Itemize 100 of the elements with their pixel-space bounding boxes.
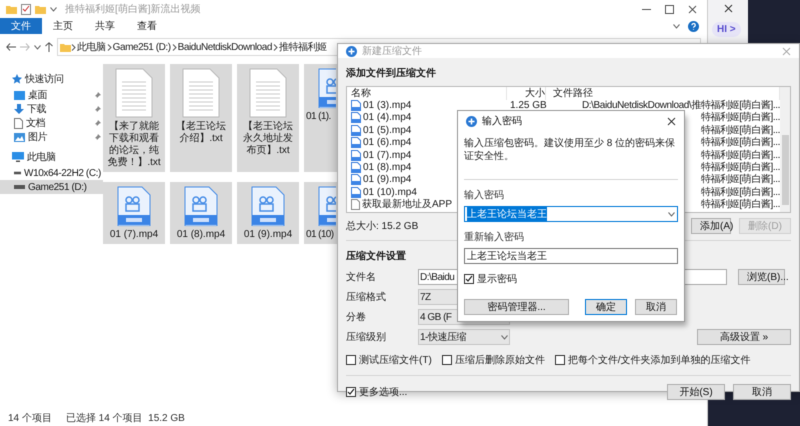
video-file-icon: [351, 137, 361, 148]
ribbon-tab[interactable]: 文件: [0, 18, 42, 34]
checkbox[interactable]: 显示密码: [464, 272, 678, 286]
sidebar-item[interactable]: 图片: [0, 130, 103, 144]
picture-icon: [14, 132, 25, 142]
checkbox[interactable]: 更多选项...: [346, 385, 408, 399]
file-tile[interactable]: 01 (9).mp4: [237, 182, 299, 244]
up-icon: [45, 42, 53, 52]
ribbon-tab[interactable]: 查看: [126, 18, 168, 34]
file-tile[interactable]: 【老王论坛介绍】.txt: [170, 64, 232, 172]
check-icon: [347, 388, 355, 396]
file-name: 01 (6).mp4: [363, 137, 412, 148]
file-tile[interactable]: 【来了就能下载和观看的论坛，纯免费！】.txt: [103, 64, 165, 172]
checkbox[interactable]: 压缩后删除原始文件: [442, 353, 545, 367]
dialog-button[interactable]: 取消: [733, 384, 791, 400]
drive-icon: [14, 170, 22, 176]
assistant-chip[interactable]: HI >: [712, 22, 741, 37]
file-name: 01 (9).mp4: [363, 174, 412, 186]
file-tile[interactable]: 01 (7).mp4: [103, 182, 165, 244]
file-name: 01 (4).mp4: [363, 112, 412, 124]
recent-icon: [34, 44, 41, 50]
video-file-icon: [251, 186, 285, 226]
scrollbar[interactable]: [780, 87, 790, 212]
field-label: 重新输入密码: [464, 230, 525, 244]
field-label: 压缩级别: [346, 330, 387, 344]
video-file-icon: [351, 100, 361, 111]
sidebar-item[interactable]: 此电脑: [0, 150, 103, 164]
file-path: D:\BaiduNetdiskDownload\推特福利姬[萌白酱]...: [582, 100, 780, 111]
dialog-button[interactable]: 密码管理器...: [464, 299, 569, 315]
dialog-button[interactable]: 取消: [635, 299, 677, 315]
forward-icon: [20, 43, 30, 51]
field-label: 文件名: [346, 270, 377, 284]
pin-icon: [94, 134, 101, 140]
sidebar-item[interactable]: 快速访问: [0, 72, 103, 86]
check-icon: [465, 275, 473, 283]
file-tile[interactable]: 01 (8).mp4: [170, 182, 232, 244]
chevron-icon: [71, 44, 76, 50]
file-name: 01 (3).mp4: [363, 100, 412, 111]
list-button[interactable]: 添加(A): [691, 218, 731, 234]
sidebar-item[interactable]: 下载: [0, 102, 103, 116]
file-name: 01 (7).mp4: [363, 150, 412, 161]
column-header[interactable]: 大小: [510, 87, 546, 100]
file-path: 特福利姬[萌白酱]...: [700, 162, 780, 173]
video-file-icon: [351, 162, 361, 173]
sidebar-item[interactable]: 桌面: [0, 88, 103, 102]
caret-icon: [668, 212, 675, 216]
chevron-icon: [273, 44, 278, 50]
breadcrumb[interactable]: BaiduNetdiskDownload: [178, 42, 272, 52]
file-tile[interactable]: 【老王论坛永久地址发布页】.txt: [237, 64, 299, 172]
plus-icon: [466, 116, 477, 126]
star-icon: [12, 74, 22, 84]
dialog-title: 输入密码: [482, 114, 523, 128]
password-field[interactable]: 上老王论坛当老王: [464, 248, 678, 264]
text-file-icon: [351, 199, 360, 210]
file-path: 特福利姬[萌白酱]...: [700, 199, 780, 210]
advanced-button[interactable]: 高级设置 »: [697, 329, 791, 345]
dialog-button[interactable]: 开始(S): [667, 384, 725, 400]
file-path: 特福利姬[萌白酱]...: [700, 124, 780, 136]
help-icon: [688, 20, 699, 32]
video-file-icon: [318, 68, 336, 108]
sidebar-item[interactable]: 文档: [0, 116, 103, 130]
select-field[interactable]: 1-快速压缩: [418, 329, 510, 345]
monitor-icon: [12, 152, 24, 162]
sidebar-item[interactable]: Game251 (D:): [0, 180, 103, 194]
drive-icon: [14, 184, 25, 190]
caret-icon: [50, 6, 57, 12]
desktop-icon: [14, 90, 25, 100]
video-file-icon: [351, 124, 361, 136]
close-icon: [782, 46, 791, 56]
description-text: 输入压缩包密码。建议使用至少 8 位的密码来保证安全性。: [464, 137, 676, 164]
field-label: 压缩格式: [346, 290, 387, 304]
checkbox[interactable]: 把每个文件/文件夹添加到单独的压缩文件: [554, 353, 751, 367]
password-field[interactable]: 上老王论坛当老王: [464, 206, 678, 222]
ribbon-tab[interactable]: 共享: [84, 18, 126, 34]
folder-icon: [60, 42, 71, 52]
chevron-icon: [172, 44, 177, 50]
dialog-title: 新建压缩文件: [362, 44, 423, 58]
download-icon: [14, 104, 24, 114]
checkbox[interactable]: 测试压缩文件(T): [346, 353, 432, 367]
breadcrumb[interactable]: Game251 (D:): [112, 42, 171, 52]
sidebar-item[interactable]: W10x64-22H2 (C:): [0, 166, 103, 180]
back-icon: [6, 43, 16, 51]
video-file-icon: [318, 186, 336, 226]
ribbon-tab[interactable]: 主页: [42, 18, 84, 34]
folder-icon: [6, 4, 17, 14]
pin-icon: [94, 120, 101, 126]
breadcrumb[interactable]: 推特福利姬: [279, 40, 327, 54]
file-size: 1.25 GB: [510, 100, 546, 111]
video-file-icon: [351, 186, 361, 198]
video-file-icon: [184, 186, 218, 226]
breadcrumb[interactable]: 此电脑: [77, 40, 106, 54]
file-name: 01 (5).mp4: [363, 124, 412, 136]
dialog-button[interactable]: 确定: [585, 299, 627, 315]
window-title: 推特福利姬[萌白酱]新流出视频: [65, 2, 202, 16]
file-path: 特福利姬[萌白酱]...: [700, 112, 780, 124]
video-file-icon: [351, 150, 361, 161]
maximize-icon: [665, 4, 674, 14]
field-label: 分卷: [346, 311, 367, 324]
video-file-icon: [351, 174, 361, 186]
close-icon: [724, 4, 732, 13]
